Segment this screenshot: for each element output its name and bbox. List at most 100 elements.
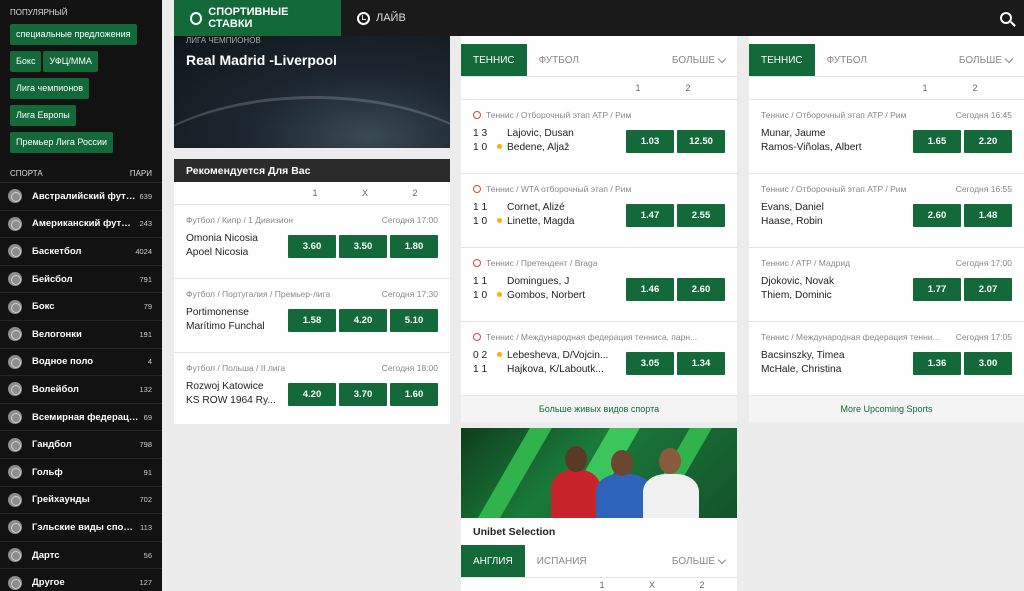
tab-football[interactable]: ФУТБОЛ [815,44,879,76]
player-name: Cornet, Alizé [507,202,565,213]
odds-button[interactable]: 4.20 [288,382,336,406]
tab-tennis[interactable]: ТЕННИС [461,44,527,76]
sidebar-sport-item[interactable]: Велогонки 191 [0,321,162,349]
odds-button[interactable]: 2.60 [677,277,725,301]
event-players[interactable]: Evans, Daniel Haase, Robin [761,201,910,229]
tab-sports-bets[interactable]: СПОРТИВНЫЕ СТАВКИ [174,0,341,36]
event-row: Теннис / Международная федерация тенниса… [461,321,737,395]
event-players[interactable]: Djokovic, Novak Thiem, Dominic [761,275,910,303]
event-players[interactable]: Domingues, J Gombos, Norbert [497,275,623,303]
event-row: Теннис / Отборочный этап ATP / Рим Сегодн… [749,173,1024,247]
odds-group: 1.58 4.20 5.10 [285,308,438,332]
sidebar-sport-item[interactable]: Другое 127 [0,569,162,591]
sport-label: Волейбол [32,383,79,395]
sport-count: 56 [143,550,152,560]
popular-ufc-mma[interactable]: УФЦ/ММА [43,51,98,72]
event-row: Теннис / Международная федерация тенни..… [749,321,1024,395]
odds-button[interactable]: 1.34 [677,351,725,375]
search-button[interactable] [988,0,1024,36]
tab-tennis[interactable]: ТЕННИС [749,44,815,76]
popular-boxing[interactable]: Бокс [10,51,42,72]
tab-spain[interactable]: ИСПАНИЯ [525,545,599,577]
sidebar-sport-item[interactable]: Водное поло 4 [0,349,162,377]
odds-button[interactable]: 3.70 [339,382,387,406]
sidebar-sport-item[interactable]: Бокс 79 [0,293,162,321]
odds-button[interactable]: 2.07 [964,277,1012,301]
star-icon [8,575,22,590]
tab-more[interactable]: БОЛЬШЕ [660,44,737,76]
sidebar-sport-item[interactable]: Американский футбол 243 [0,211,162,239]
score-player-2: 1 0 [473,216,488,227]
odds-button[interactable]: 12.50 [677,129,725,153]
event-body: 1 11 0 Domingues, J Gombos, Norbert 1.46 2.6… [473,275,725,303]
tab-live[interactable]: ЛАЙВ [341,0,422,36]
odds-button[interactable]: 1.58 [288,308,336,332]
event-players[interactable]: Lebesheva, D/Vojcin... Hajkova, K/Laboutk… [497,349,623,377]
odds-button[interactable]: 3.60 [288,234,336,258]
odds-button[interactable]: 5.10 [390,308,438,332]
event-players[interactable]: Bacsinszky, Timea McHale, Christina [761,349,910,377]
handball-icon [8,437,22,452]
tab-football[interactable]: ФУТБОЛ [527,44,591,76]
promo-image[interactable] [461,428,737,518]
event-category-wrap: Теннис / Международная федерация тенниса… [473,332,697,342]
odds-button[interactable]: 3.05 [626,351,674,375]
odds-group: 1.36 3.00 [910,351,1012,375]
sidebar-sport-item[interactable]: Дартс 56 [0,542,162,570]
odds-button[interactable]: 3.50 [339,234,387,258]
odds-button[interactable]: 1.48 [964,203,1012,227]
odds-button[interactable]: 1.36 [913,351,961,375]
odds-button[interactable]: 1.77 [913,277,961,301]
sidebar-sport-item[interactable]: Гольф 91 [0,459,162,487]
more-upcoming-sports-link[interactable]: More Upcoming Sports [749,395,1024,422]
tab-more-label: БОЛЬШЕ [958,54,1002,66]
sidebar-sport-item[interactable]: Гэльские виды спорта 113 [0,514,162,542]
event-time: Сегодня 16:45 [955,110,1012,120]
odds-button[interactable]: 1.60 [390,382,438,406]
event-body: Evans, Daniel Haase, Robin 2.60 1.48 [761,201,1012,229]
sidebar-sport-item[interactable]: Бейсбол 791 [0,266,162,294]
odds-button[interactable]: 2.60 [913,203,961,227]
sidebar-sport-item[interactable]: Гандбол 798 [0,431,162,459]
event-meta: Теннис / Отборочный этап ATP / Рим Сегодн… [761,110,1012,120]
event-teams[interactable]: Rozwoj Katowice KS ROW 1964 Ry... [186,380,285,408]
event-body: 1 31 0 Lajovic, Dusan Bedene, Aljaž 1.03 12.… [473,127,725,155]
serve-indicator-icon [497,352,502,358]
odds-button[interactable]: 1.80 [390,234,438,258]
odds-button[interactable]: 1.65 [913,129,961,153]
water-polo-icon [8,354,22,369]
team-away: Marítimo Funchal [186,321,265,332]
odds-button[interactable]: 2.55 [677,203,725,227]
sidebar-sport-item[interactable]: Всемирная федерация р...69 [0,404,162,432]
sidebar-sport-item[interactable]: Грейхаунды 702 [0,487,162,515]
odds-button[interactable]: 2.20 [964,129,1012,153]
team-away: Apoel Nicosia [186,247,249,258]
sport-label: Всемирная федерация р... [32,411,141,423]
more-live-sports-link[interactable]: Больше живых видов спорта [461,395,737,422]
popular-russian-premier-league[interactable]: Премьер Лига России [10,132,114,153]
event-players[interactable]: Cornet, Alizé Linette, Magda [497,201,623,229]
promo-tabs: АНГЛИЯ ИСПАНИЯ БОЛЬШЕ [461,545,737,578]
event-teams[interactable]: Portimonense Marítimo Funchal [186,306,285,334]
tab-sports-bets-label: СПОРТИВНЫЕ СТАВКИ [208,6,289,30]
american-football-icon [8,216,22,231]
popular-special-offers[interactable]: специальные предложения [10,24,137,45]
event-players[interactable]: Munar, Jaume Ramos-Viñolas, Albert [761,127,910,155]
odds-button[interactable]: 3.00 [964,351,1012,375]
sport-label: Дартс [32,549,60,561]
sidebar-sport-item[interactable]: Волейбол 132 [0,376,162,404]
odds-button[interactable]: 4.20 [339,308,387,332]
sidebar-sport-item[interactable]: Баскетбол 4024 [0,238,162,266]
odds-button[interactable]: 1.46 [626,277,674,301]
sidebar-sport-item[interactable]: Австралийский футбол 639 [0,183,162,211]
hero-banner[interactable]: ЛИГА ЧЕМПИОНОВ Real Madrid -Liverpool [174,36,450,148]
tab-more[interactable]: БОЛЬШЕ [947,44,1024,76]
popular-champions-league[interactable]: Лига чемпионов [10,78,90,99]
tab-england[interactable]: АНГЛИЯ [461,545,525,577]
popular-europa-league[interactable]: Лига Европы [10,105,76,126]
odds-button[interactable]: 1.03 [626,129,674,153]
event-teams[interactable]: Omonia Nicosia Apoel Nicosia [186,232,285,260]
event-players[interactable]: Lajovic, Dusan Bedene, Aljaž [497,127,623,155]
odds-button[interactable]: 1.47 [626,203,674,227]
tab-more[interactable]: БОЛЬШЕ [660,545,737,577]
